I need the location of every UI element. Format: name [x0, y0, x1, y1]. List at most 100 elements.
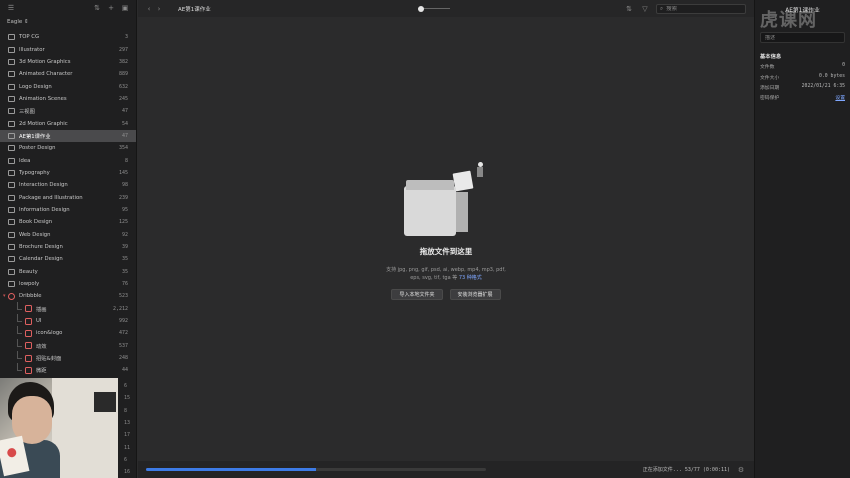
menu-icon[interactable]: ☰ [6, 3, 16, 13]
sidebar-folder[interactable]: 3d Motion Graphics 382 [0, 56, 136, 68]
sidebar-folder[interactable]: lowpoly 76 [0, 278, 136, 290]
sidebar-folder[interactable]: Animation Scenes 245 [0, 93, 136, 105]
folder-count: 13 [124, 420, 131, 427]
folder-count: 992 [118, 318, 128, 325]
folder-count: 537 [118, 342, 128, 349]
sidebar-folder[interactable]: AE第1课作业 47 [0, 129, 136, 143]
subfolder-icon [25, 317, 32, 325]
folder-count: 8 [124, 157, 128, 164]
folder-count: 15 [124, 395, 131, 402]
sidebar-folder[interactable]: Calendar Design 35 [0, 253, 136, 265]
folder-label: 插画 [36, 306, 47, 313]
add-icon[interactable]: + [106, 3, 116, 13]
search-input[interactable] [666, 6, 727, 12]
sidebar-folder[interactable]: Illustrator 297 [0, 43, 136, 55]
folder-label: Calendar Design [19, 256, 63, 263]
folder-icon [8, 169, 15, 176]
sidebar-folder-dribbble[interactable]: ▾ Dribbble 523 [0, 290, 136, 302]
basic-info-heading: 基本信息 [760, 54, 782, 60]
folder-icon [8, 256, 15, 263]
folder-icon [8, 244, 15, 251]
panel-toggle-icon[interactable]: ▣ [120, 3, 130, 13]
description-input[interactable] [765, 34, 840, 41]
eagle-app: ☰ ⇅ + ▣ Eagle ⇕ TOP CG 3 Illustrator 297 3d … [0, 0, 850, 478]
folder-count: 248 [118, 355, 128, 362]
sidebar-subfolder[interactable]: 动效 537 [0, 338, 136, 352]
folder-label: TOP CG [19, 34, 40, 41]
status-text: 正在添加文件... 53/77 (0:00:11) [642, 467, 730, 473]
sidebar-subfolder[interactable]: 微距 44 [0, 363, 136, 376]
folder-count: 354 [118, 145, 128, 152]
sidebar-folder[interactable]: Typography 145 [0, 167, 136, 179]
sidebar-folder[interactable]: 三视图 47 [0, 105, 136, 117]
search-icon: ⌕ [660, 5, 664, 12]
info-key: 文件数 [760, 65, 775, 71]
folder-icon [8, 182, 15, 189]
install-extension-button[interactable]: 安装浏览器扩展 [449, 289, 501, 300]
folder-icon [8, 157, 15, 164]
sidebar-subfolder[interactable]: 招贴&封面 248 [0, 351, 136, 364]
info-row: 文件数 0 [760, 63, 845, 70]
import-progress-bar [146, 468, 486, 471]
folder-icon [8, 268, 15, 275]
info-value: 2022/01/21 6:35 [801, 83, 845, 89]
info-key: 文件大小 [760, 75, 780, 81]
back-icon[interactable]: ‹ [144, 4, 154, 14]
sidebar-subfolder[interactable]: icon&logo 472 [0, 326, 136, 339]
folder-count: 47 [121, 108, 128, 115]
folder-count: 92 [121, 231, 128, 238]
slider-knob[interactable] [418, 5, 424, 12]
sidebar-folder[interactable]: Poster Design 354 [0, 142, 136, 154]
sidebar-subfolder[interactable]: UI 992 [0, 314, 136, 327]
sidebar-folder[interactable]: Idea 8 [0, 154, 136, 166]
sort-icon[interactable]: ⇅ [92, 3, 102, 13]
sidebar-folder[interactable]: Logo Design 632 [0, 80, 136, 92]
folder-label: Package and Illustration [19, 194, 83, 201]
sidebar-folder[interactable]: Web Design 92 [0, 229, 136, 241]
sidebar-folder[interactable]: Interaction Design 98 [0, 179, 136, 191]
inspector-title[interactable]: AE第1课作业 [760, 0, 845, 16]
info-value[interactable]: 设置 [835, 94, 845, 101]
folder-label: Animation Scenes [19, 95, 67, 102]
folder-count: 11 [124, 444, 131, 451]
folder-count: 239 [118, 194, 128, 201]
description-field[interactable] [760, 32, 845, 43]
sidebar-subfolder[interactable]: 插画 2,212 [0, 301, 136, 315]
thumbnail-size-slider[interactable] [418, 5, 450, 12]
library-switcher[interactable]: Eagle ⇕ [0, 16, 136, 28]
sidebar-folder[interactable]: Beauty 35 [0, 266, 136, 278]
sidebar-folder[interactable]: Information Design 95 [0, 204, 136, 216]
basic-info-list: 文件数 0 文件大小 0.0 bytes 添加日期 2022/01/21 6:35 密码保护… [760, 63, 845, 101]
folder-count: 3 [124, 34, 128, 41]
subfolder-icon [25, 366, 32, 374]
folder-icon [8, 281, 15, 288]
sidebar-folder[interactable]: Book Design 125 [0, 216, 136, 228]
folder-count: 35 [121, 268, 128, 275]
sort-order-icon[interactable]: ⇅ [624, 4, 634, 14]
search-box[interactable]: ⌕ [656, 4, 746, 14]
sidebar-folder[interactable]: 2d Motion Graphic 54 [0, 117, 136, 129]
filter-icon[interactable]: ▽ [640, 4, 650, 14]
expand-caret-icon[interactable]: ▾ [3, 293, 7, 299]
info-value: 0 [842, 63, 845, 69]
sidebar-folder[interactable]: TOP CG 3 [0, 31, 136, 43]
folder-label: Typography [19, 169, 50, 176]
sidebar-folder[interactable]: Package and Illustration 239 [0, 191, 136, 203]
folder-count: 35 [121, 256, 128, 263]
sidebar-toolbar: ☰ ⇅ + ▣ [0, 0, 136, 16]
folder-count: 889 [118, 71, 128, 78]
info-value: 0.0 bytes [819, 73, 845, 79]
sidebar-folder[interactable]: Brochure Design 39 [0, 241, 136, 253]
formats-link[interactable]: 73 种格式 [459, 275, 482, 281]
gear-icon[interactable]: ⚙ [736, 465, 746, 475]
folder-label: Beauty [19, 268, 38, 275]
folder-count: 95 [121, 206, 128, 213]
folder-icon [8, 231, 15, 238]
import-folder-button[interactable]: 导入本地文件夹 [391, 289, 443, 300]
sidebar-folder[interactable]: Animated Character 889 [0, 68, 136, 80]
forward-icon[interactable]: › [154, 4, 164, 14]
info-row: 添加日期 2022/01/21 6:35 [760, 84, 845, 91]
subfolder-icon [25, 354, 32, 362]
folder-label: Idea [19, 157, 31, 164]
drop-illustration-icon [396, 160, 496, 242]
